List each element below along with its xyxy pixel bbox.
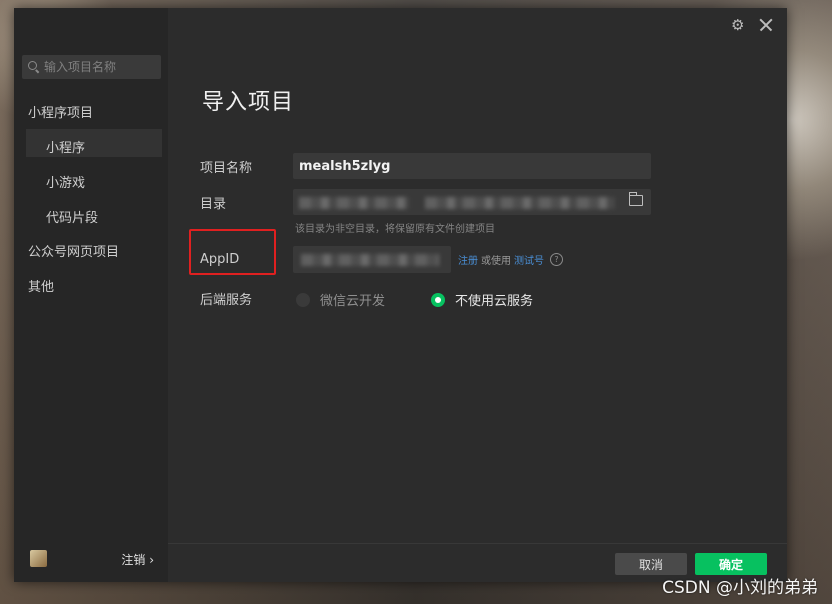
register-link[interactable]: 注册 bbox=[458, 252, 478, 267]
sidebar-item-miniprogram-project[interactable]: 小程序项目 bbox=[28, 102, 93, 121]
titlebar-icons: ⚙ bbox=[731, 18, 773, 33]
gear-icon[interactable]: ⚙ bbox=[731, 18, 745, 33]
directory-field[interactable] bbox=[293, 189, 651, 215]
appid-links: 注册 或使用 测试号 ? bbox=[458, 252, 563, 267]
sidebar-item-official-account-web[interactable]: 公众号网页项目 bbox=[28, 241, 119, 260]
folder-icon[interactable] bbox=[628, 192, 643, 206]
directory-path-redacted-1 bbox=[299, 197, 409, 209]
radio-wechat-cloud[interactable]: 微信云开发 bbox=[296, 290, 385, 309]
project-name-label: 项目名称 bbox=[200, 161, 253, 176]
appid-value-redacted bbox=[301, 254, 439, 266]
import-project-dialog: 小程序项目 小程序 小游戏 代码片段 公众号网页项目 其他 注销 › ⚙ 导入项… bbox=[14, 8, 787, 582]
logout-link[interactable]: 注销 › bbox=[121, 551, 154, 568]
test-account-link[interactable]: 测试号 bbox=[514, 252, 544, 267]
appid-field[interactable] bbox=[293, 246, 451, 273]
sidebar-footer: 注销 › bbox=[14, 542, 168, 582]
avatar[interactable] bbox=[30, 550, 47, 567]
directory-label: 目录 bbox=[200, 197, 227, 212]
project-search-input[interactable] bbox=[44, 60, 154, 74]
cancel-button[interactable]: 取消 bbox=[615, 553, 687, 575]
help-icon[interactable]: ? bbox=[550, 253, 563, 266]
appid-label: AppID bbox=[200, 252, 240, 267]
watermark: CSDN @小刘的弟弟 bbox=[662, 578, 818, 598]
radio-no-cloud[interactable]: 不使用云服务 bbox=[431, 290, 533, 309]
radio-selected-icon[interactable] bbox=[431, 292, 445, 307]
radio-unselected-icon[interactable] bbox=[296, 292, 310, 307]
directory-path-redacted-2 bbox=[425, 197, 615, 209]
page-title: 导入项目 bbox=[202, 90, 295, 115]
radio-wechat-cloud-label: 微信云开发 bbox=[320, 294, 386, 309]
directory-hint: 该目录为非空目录，将保留原有文件创建项目 bbox=[295, 224, 495, 235]
project-search-box[interactable] bbox=[22, 55, 161, 79]
or-use-text: 或使用 bbox=[481, 256, 511, 267]
sidebar: 小程序项目 小程序 小游戏 代码片段 公众号网页项目 其他 注销 › bbox=[14, 8, 168, 582]
radio-no-cloud-label: 不使用云服务 bbox=[455, 294, 534, 309]
sidebar-item-other[interactable]: 其他 bbox=[28, 276, 54, 295]
project-name-field[interactable] bbox=[293, 153, 651, 179]
project-name-input[interactable] bbox=[293, 158, 651, 174]
confirm-button[interactable]: 确定 bbox=[695, 553, 767, 575]
sidebar-item-minigame[interactable]: 小游戏 bbox=[46, 172, 85, 191]
sidebar-item-code-snippet[interactable]: 代码片段 bbox=[46, 207, 98, 226]
backend-service-label: 后端服务 bbox=[200, 293, 253, 308]
close-icon[interactable] bbox=[759, 18, 773, 32]
search-icon bbox=[28, 61, 40, 73]
sidebar-item-miniprogram[interactable]: 小程序 bbox=[46, 137, 85, 156]
